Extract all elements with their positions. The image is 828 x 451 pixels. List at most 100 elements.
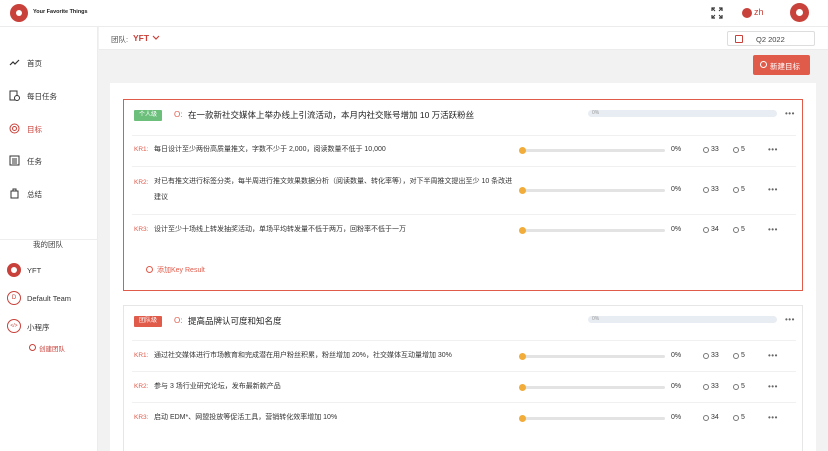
create-team-link[interactable]: 创建团队 bbox=[39, 343, 65, 353]
sidebar-item-label: 总结 bbox=[27, 190, 42, 199]
kr-percent: 0% bbox=[671, 414, 682, 421]
clock-icon bbox=[703, 353, 709, 359]
calendar-icon bbox=[735, 35, 743, 43]
kr-progress-slider[interactable] bbox=[519, 227, 665, 234]
key-result-row[interactable]: KR2: 参与 3 场行业研究论坛，发布最新款产品 0% 33 5 ••• bbox=[132, 371, 796, 402]
logo-icon[interactable] bbox=[10, 4, 28, 22]
objective-card[interactable]: 个人级 O: 在一款新社交媒体上举办线上引流活动，本月内社交账号增加 10 万活… bbox=[123, 99, 803, 291]
new-objective-button[interactable]: 新建目标 bbox=[753, 55, 810, 75]
sidebar-item-home[interactable]: 首页 bbox=[0, 53, 98, 73]
language-icon[interactable] bbox=[742, 8, 752, 18]
kr-time: 33 bbox=[711, 186, 719, 193]
kr-progress-slider[interactable] bbox=[519, 187, 665, 194]
add-circle-icon bbox=[146, 266, 153, 273]
kr-progress-slider[interactable] bbox=[519, 147, 665, 154]
more-icon[interactable]: ••• bbox=[768, 185, 778, 194]
comment-icon[interactable] bbox=[733, 187, 739, 193]
kr-progress-slider[interactable] bbox=[519, 353, 665, 360]
sidebar-item-tasks[interactable]: 任务 bbox=[0, 151, 98, 171]
slider-handle[interactable] bbox=[519, 227, 526, 234]
slider-handle[interactable] bbox=[519, 187, 526, 194]
level-badge: 团队级 bbox=[134, 316, 163, 327]
daily-task-icon bbox=[9, 90, 20, 101]
comment-icon[interactable] bbox=[733, 227, 739, 233]
objective-progress-text: 0% bbox=[592, 316, 600, 322]
comment-icon[interactable] bbox=[733, 384, 739, 390]
team-item-default[interactable]: D Default Team bbox=[0, 290, 98, 308]
kr-time: 34 bbox=[711, 226, 719, 233]
kr-label: KR2: bbox=[134, 383, 149, 390]
more-icon[interactable]: ••• bbox=[768, 382, 778, 391]
sidebar-item-summary[interactable]: 总结 bbox=[0, 184, 98, 204]
quarter-value: Q2 2022 bbox=[756, 35, 785, 44]
kr-progress-slider[interactable] bbox=[519, 384, 665, 391]
comment-icon[interactable] bbox=[733, 415, 739, 421]
kr-time: 33 bbox=[711, 383, 719, 390]
sidebar-item-label: 目标 bbox=[27, 125, 42, 134]
objective-card[interactable]: 团队级 O: 提高品牌认可度和知名度 0% ••• KR1: 通过社交媒体进行市… bbox=[123, 305, 803, 451]
kr-percent: 0% bbox=[671, 146, 682, 153]
team-select-label: 团队: bbox=[111, 35, 129, 44]
more-icon[interactable]: ••• bbox=[785, 315, 795, 324]
team-item-miniprogram[interactable]: </> 小程序 bbox=[0, 318, 98, 336]
kr-comments: 5 bbox=[741, 383, 745, 390]
new-objective-label: 新建目标 bbox=[770, 62, 800, 71]
add-circle-icon bbox=[29, 344, 36, 351]
kr-percent: 0% bbox=[671, 383, 682, 390]
kr-comments: 5 bbox=[741, 226, 745, 233]
team-label: YFT bbox=[27, 266, 42, 275]
kr-comments: 5 bbox=[741, 352, 745, 359]
code-icon: </> bbox=[7, 319, 21, 333]
fullscreen-icon[interactable] bbox=[711, 7, 723, 19]
more-icon[interactable]: ••• bbox=[768, 413, 778, 422]
objective-title: 在一款新社交媒体上举办线上引流活动，本月内社交账号增加 10 万活跃粉丝 bbox=[188, 110, 475, 120]
key-result-row[interactable]: KR3: 设计至少十场线上转发抽奖活动，单场平均转发量不低于两万，回粉率不低于一… bbox=[132, 214, 796, 250]
my-teams-heading: 我的团队 bbox=[33, 240, 63, 249]
team-label: 小程序 bbox=[27, 323, 50, 332]
clock-icon bbox=[703, 187, 709, 193]
key-result-row[interactable]: KR1: 每日设计至少两份高质量推文，字数不少于 2,000，阅读数量不低于 1… bbox=[132, 135, 796, 164]
kr-text: 每日设计至少两份高质量推文，字数不少于 2,000，阅读数量不低于 10,000 bbox=[154, 146, 386, 153]
team-item-yft[interactable]: YFT bbox=[0, 262, 98, 280]
comment-icon[interactable] bbox=[733, 353, 739, 359]
key-result-row[interactable]: KR1: 通过社交媒体进行市场教育和完成潜在用户粉丝积累，粉丝增加 20%，社交… bbox=[132, 340, 796, 371]
kr-text: 对已有推文进行标签分类，每半周进行推文效果数据分析（阅读数量、转化率等），对下半… bbox=[154, 178, 513, 201]
sidebar-item-label: 任务 bbox=[27, 157, 42, 166]
kr-label: KR3: bbox=[134, 226, 149, 233]
slider-handle[interactable] bbox=[519, 415, 526, 422]
kr-percent: 0% bbox=[671, 186, 682, 193]
kr-percent: 0% bbox=[671, 352, 682, 359]
kr-text: 通过社交媒体进行市场教育和完成潜在用户粉丝积累，粉丝增加 20%，社交媒体互动量… bbox=[154, 352, 452, 359]
key-result-row[interactable]: KR3: 启动 EDM*、网盟投放等促活工具，营销转化效率增加 10% 0% 3… bbox=[132, 402, 796, 433]
more-icon[interactable]: ••• bbox=[785, 109, 795, 118]
more-icon[interactable]: ••• bbox=[768, 351, 778, 360]
kr-text: 参与 3 场行业研究论坛，发布最新款产品 bbox=[154, 383, 281, 390]
objective-progress-text: 0% bbox=[592, 110, 600, 116]
language-switch[interactable]: zh bbox=[754, 7, 764, 17]
chevron-down-icon[interactable] bbox=[152, 35, 160, 41]
sidebar-item-daily-tasks[interactable]: 每日任务 bbox=[0, 86, 98, 106]
clock-icon bbox=[703, 227, 709, 233]
comment-icon[interactable] bbox=[733, 147, 739, 153]
summary-icon bbox=[10, 188, 19, 199]
team-avatar bbox=[7, 263, 21, 277]
kr-label: KR1: bbox=[134, 146, 149, 153]
slider-handle[interactable] bbox=[519, 384, 526, 391]
quarter-picker[interactable]: Q2 2022 bbox=[727, 31, 815, 46]
objective-title: 提高品牌认可度和知名度 bbox=[188, 316, 282, 326]
add-key-result-link[interactable]: 添加Key Result bbox=[157, 265, 205, 275]
sidebar-item-objectives[interactable]: 目标 bbox=[0, 119, 98, 139]
sidebar-item-label: 首页 bbox=[27, 59, 42, 68]
brand-name: Your Favorite Things bbox=[33, 9, 88, 15]
team-select[interactable]: YFT bbox=[133, 33, 149, 43]
objective-progress-bar: 0% bbox=[588, 110, 777, 117]
slider-handle[interactable] bbox=[519, 147, 526, 154]
more-icon[interactable]: ••• bbox=[768, 145, 778, 154]
user-avatar[interactable] bbox=[790, 3, 809, 22]
kr-progress-slider[interactable] bbox=[519, 415, 665, 422]
add-circle-icon bbox=[760, 61, 767, 68]
kr-label: KR2: bbox=[134, 179, 149, 186]
key-result-row[interactable]: KR2: 对已有推文进行标签分类，每半周进行推文效果数据分析（阅读数量、转化率等… bbox=[132, 166, 796, 213]
slider-handle[interactable] bbox=[519, 353, 526, 360]
more-icon[interactable]: ••• bbox=[768, 225, 778, 234]
